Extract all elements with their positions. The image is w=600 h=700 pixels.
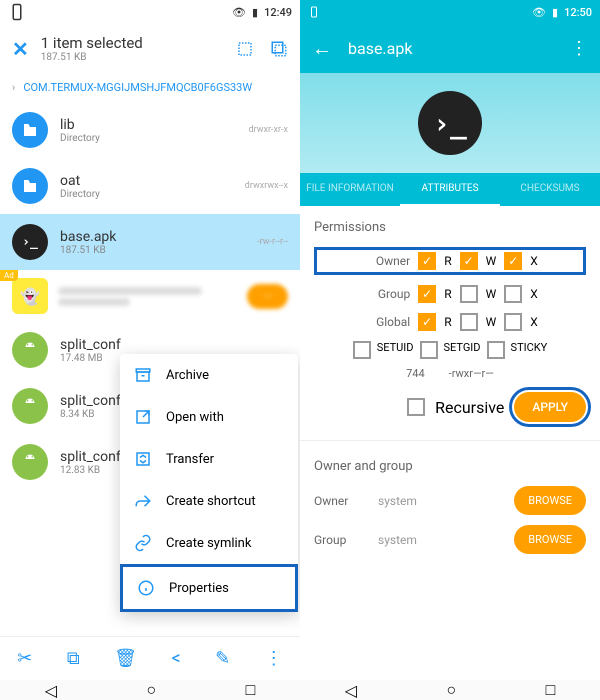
tab-file-info[interactable]: FILE INFORMATION	[300, 173, 400, 206]
apply-button[interactable]: APPLY	[514, 392, 586, 422]
clock-text: 12:50	[564, 6, 592, 19]
file-row-selected[interactable]: ›_ base.apk187.51 KB -rw-r--r--	[0, 214, 300, 270]
battery-icon: ▮	[252, 6, 258, 19]
eye-icon: 👁	[232, 6, 246, 19]
tab-checksums[interactable]: CHECKSUMS	[500, 173, 600, 206]
perm-row-global: Global ✓R W X	[314, 313, 586, 331]
menu-open-with[interactable]: Open with	[120, 396, 298, 438]
android-icon	[12, 332, 48, 368]
selection-size: 187.51 KB	[41, 52, 224, 63]
context-menu: Archive Open with Transfer Create shortc…	[120, 354, 298, 612]
file-row[interactable]: libDirectory drwxr-xr-x	[0, 102, 300, 158]
checkbox-group-w[interactable]	[460, 285, 478, 303]
home-nav[interactable]: ○	[446, 680, 456, 700]
permissions-section: Permissions Owner ✓R ✓W ✓X Group ✓R W X …	[300, 206, 600, 436]
link-icon	[134, 534, 152, 552]
special-perms: SETUID SETGID STICKY	[314, 341, 586, 359]
hero-area: ›_	[300, 73, 600, 173]
status-bar: 👁 ▮ 12:49	[0, 0, 300, 24]
owner-group-section: Owner and group Owner system BROWSE Grou…	[300, 445, 600, 578]
page-title: base.apk	[348, 39, 554, 58]
file-manager-pane: 👁 ▮ 12:49 ✕ 1 item selected 187.51 KB › …	[0, 0, 300, 700]
archive-icon	[134, 366, 152, 384]
back-arrow-icon[interactable]: ←	[312, 36, 332, 61]
breadcrumb[interactable]: › COM.TERMUX-MGGIJMSHJFMQCB0F6GS33W	[0, 73, 300, 102]
terminal-icon: ›_	[418, 91, 482, 155]
ad-thumbnail: 👻	[12, 278, 48, 314]
menu-transfer[interactable]: Transfer	[120, 438, 298, 480]
menu-shortcut[interactable]: Create shortcut	[120, 480, 298, 522]
checkbox-global-r[interactable]: ✓	[418, 313, 436, 331]
checkbox-global-x[interactable]	[504, 313, 522, 331]
octal-display: 744 -rwxr—r—	[314, 367, 586, 380]
file-row[interactable]: oatDirectory drwxrwx--x	[0, 158, 300, 214]
select-all-icon[interactable]	[236, 40, 254, 58]
permissions-title: Permissions	[314, 220, 586, 235]
checkbox-setuid[interactable]	[353, 341, 371, 359]
bottom-toolbar: ✂ ⧉ 🗑 < ✎ ⋮	[0, 636, 300, 680]
select-inverse-icon[interactable]	[270, 40, 288, 58]
tab-attributes[interactable]: ATTRIBUTES	[400, 173, 500, 206]
ad-row[interactable]: Ad 👻 ···	[0, 270, 300, 322]
recent-nav[interactable]: □	[246, 680, 256, 700]
perm-row-owner: Owner ✓R ✓W ✓X	[314, 247, 586, 275]
recent-nav[interactable]: □	[546, 680, 556, 700]
shortcut-icon	[134, 492, 152, 510]
close-icon[interactable]: ✕	[12, 37, 29, 61]
properties-pane: 👁 ▮ 12:50 ← base.apk ⋮ ›_ FILE INFORMATION…	[300, 0, 600, 700]
delete-icon[interactable]: 🗑	[114, 648, 137, 669]
perm-row-group: Group ✓R W X	[314, 285, 586, 303]
cut-icon[interactable]: ✂	[17, 648, 32, 669]
more-icon[interactable]: ⋮	[265, 648, 283, 669]
edit-icon[interactable]: ✎	[215, 648, 230, 669]
status-bar: 👁 ▮ 12:50	[300, 0, 600, 24]
android-icon	[12, 444, 48, 480]
share-icon[interactable]: <	[172, 648, 181, 669]
android-nav: ◁ ○ □	[0, 680, 300, 700]
chevron-right-icon: ›	[12, 81, 15, 94]
owner-row: Owner system BROWSE	[314, 486, 586, 515]
more-icon[interactable]: ⋮	[570, 38, 588, 59]
ad-badge: Ad	[0, 270, 18, 281]
browse-owner-button[interactable]: BROWSE	[514, 486, 586, 515]
group-row: Group system BROWSE	[314, 525, 586, 554]
eye-icon: 👁	[532, 6, 546, 19]
phone-icon	[8, 3, 26, 21]
owner-group-title: Owner and group	[314, 459, 586, 474]
copy-icon[interactable]: ⧉	[67, 648, 80, 669]
menu-properties[interactable]: Properties	[120, 564, 298, 612]
open-external-icon	[134, 408, 152, 426]
folder-icon	[12, 112, 48, 148]
folder-icon	[12, 168, 48, 204]
battery-icon: ▮	[552, 6, 558, 19]
browse-group-button[interactable]: BROWSE	[514, 525, 586, 554]
checkbox-global-w[interactable]	[460, 313, 478, 331]
clock-text: 12:49	[264, 6, 292, 19]
checkbox-recursive[interactable]	[407, 398, 425, 416]
apply-row: Recursive APPLY	[314, 392, 586, 422]
ad-button[interactable]: ···	[247, 284, 288, 309]
selection-title: 1 item selected	[41, 34, 224, 52]
tabs: FILE INFORMATION ATTRIBUTES CHECKSUMS	[300, 173, 600, 206]
checkbox-group-r[interactable]: ✓	[418, 285, 436, 303]
info-icon	[137, 579, 155, 597]
back-nav[interactable]: ◁	[345, 681, 357, 700]
checkbox-setgid[interactable]	[420, 341, 438, 359]
terminal-icon: ›_	[12, 224, 48, 260]
checkbox-sticky[interactable]	[487, 341, 505, 359]
checkbox-owner-x[interactable]: ✓	[504, 252, 522, 270]
checkbox-owner-w[interactable]: ✓	[460, 252, 478, 270]
home-nav[interactable]: ○	[146, 680, 156, 700]
back-nav[interactable]: ◁	[45, 681, 57, 700]
android-nav: ◁ ○ □	[300, 680, 600, 700]
selection-header: ✕ 1 item selected 187.51 KB	[0, 24, 300, 73]
transfer-icon	[134, 450, 152, 468]
menu-archive[interactable]: Archive	[120, 354, 298, 396]
menu-symlink[interactable]: Create symlink	[120, 522, 298, 564]
phone-icon	[308, 6, 320, 18]
checkbox-group-x[interactable]	[504, 285, 522, 303]
app-bar: ← base.apk ⋮	[300, 24, 600, 73]
android-icon	[12, 388, 48, 424]
checkbox-owner-r[interactable]: ✓	[418, 252, 436, 270]
